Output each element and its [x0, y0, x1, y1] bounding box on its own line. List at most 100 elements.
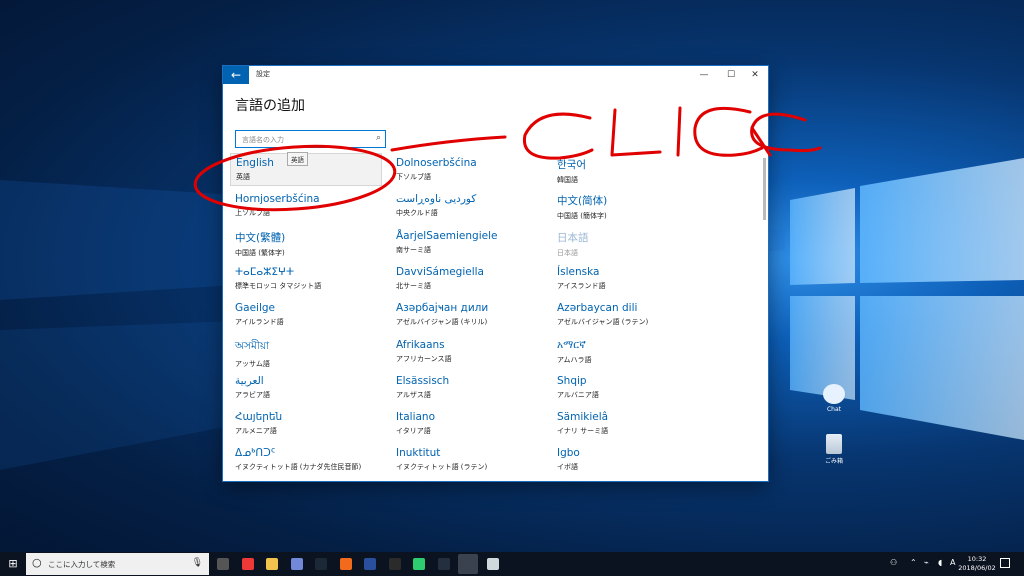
language-item[interactable]: Հայերեն アルメニア語 — [235, 411, 385, 445]
taskbar: ⊞ ○ ここに入力して検索 🎙 ⚇ ⌃ ⌁ ◖ A 10:32 2018/06/… — [0, 552, 1024, 576]
language-name: Afrikaans — [396, 338, 445, 351]
language-item[interactable]: ⵜⴰⵎⴰⵣⵉⵖⵜ 標準モロッコ タマジット語 — [235, 266, 385, 300]
taskbar-app-settings[interactable] — [458, 554, 478, 574]
language-name: ᐃᓄᒃᑎᑐᑦ — [235, 447, 276, 460]
language-item[interactable]: Italiano イタリア語 — [396, 411, 546, 445]
language-native-name: 韓国語 — [557, 176, 578, 184]
clock[interactable]: 10:32 2018/06/02 — [958, 555, 996, 573]
language-native-name: アイスランド語 — [557, 281, 606, 290]
chevron-up-icon[interactable]: ⌃ — [910, 558, 917, 567]
people-icon[interactable]: ⚇ — [890, 558, 897, 567]
language-item[interactable]: অসমীয়া アッサム語 — [235, 339, 385, 373]
app-blue-icon — [364, 558, 376, 570]
clock-date: 2018/06/02 — [958, 564, 996, 572]
language-name: Íslenska — [557, 265, 600, 278]
language-native-name: イタリア語 — [396, 427, 431, 436]
language-name: English — [236, 157, 274, 169]
language-item[interactable]: Inuktitut イヌクティトット語 (ラテン) — [396, 447, 546, 481]
language-name: Азәрбајҹан дили — [396, 302, 489, 315]
language-item[interactable]: 中文(简体) 中国語 (簡体字) — [557, 193, 707, 227]
language-item[interactable]: ᐃᓄᒃᑎᑐᑦ イヌクティトット語 (カナダ先住民音節) — [235, 447, 385, 481]
language-item[interactable]: English 英語 英語 — [230, 152, 382, 186]
desktop-icon-chat[interactable]: Chat — [814, 384, 854, 413]
file-explorer-icon — [266, 558, 278, 570]
language-item[interactable]: Elsässisch アルザス語 — [396, 375, 546, 409]
language-item[interactable]: 한국어 韓国語 — [557, 157, 707, 191]
start-button[interactable]: ⊞ — [0, 552, 26, 576]
language-name: Gaeilge — [235, 302, 275, 315]
taskbar-app-app-blue[interactable] — [360, 554, 380, 574]
language-item[interactable]: ÅarjelSaemiengiele 南サーミ語 — [396, 230, 546, 264]
window-title: 設定 — [256, 70, 270, 78]
language-item[interactable]: Azərbaycan dili アゼルバイジャン語 (ラテン) — [557, 302, 707, 336]
language-item[interactable]: Shqip アルバニア語 — [557, 375, 707, 409]
taskbar-app-app-globe[interactable] — [483, 554, 503, 574]
language-item[interactable]: DavviSámegiella 北サーミ語 — [396, 266, 546, 300]
language-name: Shqip — [557, 374, 587, 387]
taskbar-search-box[interactable]: ○ ここに入力して検索 🎙 — [26, 553, 209, 575]
taskbar-app-app-green[interactable] — [409, 554, 429, 574]
back-button[interactable]: ← — [223, 66, 249, 84]
language-item[interactable]: 中文(繁體) 中国語 (繁体字) — [235, 230, 385, 264]
language-item[interactable]: Igbo イボ語 — [557, 447, 707, 481]
language-item[interactable]: العربية アラビア語 — [235, 375, 385, 409]
taskbar-app-file-explorer[interactable] — [262, 554, 282, 574]
language-item[interactable]: Íslenska アイスランド語 — [557, 266, 707, 300]
language-native-name: アルメニア語 — [235, 427, 277, 436]
language-name: অসমীয়া — [235, 339, 270, 352]
settings-window: ← 設定 — ☐ ✕ 言語の追加 言語名の入力 ⌕ English 英語 英語 Hor… — [223, 66, 768, 481]
close-button[interactable]: ✕ — [743, 67, 767, 83]
language-item[interactable]: Hornjoserbšćina 上ソルブ語 — [235, 193, 385, 227]
page-title: 言語の追加 — [235, 98, 305, 114]
taskbar-app-vivaldi[interactable] — [238, 554, 258, 574]
minimize-button[interactable]: — — [692, 67, 716, 83]
taskbar-app-amazon[interactable] — [434, 554, 454, 574]
app-orange-icon — [339, 558, 352, 570]
vivaldi-icon — [241, 558, 254, 570]
network-icon[interactable]: ⌁ — [924, 558, 929, 567]
language-name: 中文(简体) — [557, 195, 608, 208]
language-search-input[interactable]: 言語名の入力 ⌕ — [235, 130, 386, 148]
title-bar: ← 設定 — ☐ ✕ — [223, 66, 768, 84]
app-green-icon — [413, 558, 425, 570]
clock-time: 10:32 — [967, 555, 987, 563]
language-name: Hornjoserbšćina — [235, 193, 320, 206]
language-name: Inuktitut — [396, 447, 441, 460]
scrollbar[interactable] — [763, 158, 766, 220]
language-item[interactable]: Sämikielâ イナリ サーミ語 — [557, 411, 707, 445]
taskbar-app-steam[interactable] — [311, 554, 331, 574]
maximize-button[interactable]: ☐ — [719, 67, 743, 83]
ime-icon[interactable]: A — [950, 558, 955, 567]
taskbar-app-app-orange[interactable] — [336, 554, 356, 574]
language-name: Sämikielâ — [557, 411, 609, 424]
language-item[interactable]: አማርኛ アムハラ語 — [557, 339, 707, 373]
taskbar-app-task-view[interactable] — [213, 554, 233, 574]
language-native-name: 中国語 (簡体字) — [557, 212, 607, 221]
language-item[interactable]: کوردیی ناوەڕاست 中央クルド語 — [396, 193, 546, 227]
search-icon: ⌕ — [375, 133, 381, 143]
language-item: 日本語 日本語 — [557, 230, 707, 264]
language-native-name: 日本語 — [557, 248, 578, 257]
steam-icon — [315, 558, 327, 570]
language-item[interactable]: Dolnoserbšćina 下ソルブ語 — [396, 157, 546, 191]
language-native-name: アゼルバイジャン語 (キリル) — [396, 318, 488, 327]
desktop-icon-recycle-bin[interactable]: ごみ箱 — [814, 434, 854, 465]
taskbar-app-epic-games[interactable] — [385, 554, 405, 574]
language-native-name: 中国語 (繁体字) — [235, 248, 285, 257]
notification-icon[interactable] — [1000, 558, 1010, 568]
language-item[interactable]: Азәрбајҹан дили アゼルバイジャン語 (キリル) — [396, 302, 546, 336]
language-native-name: アラビア語 — [235, 390, 270, 399]
settings-icon — [462, 558, 474, 570]
language-native-name: 英語 — [236, 173, 250, 181]
task-view-icon — [217, 558, 229, 570]
taskbar-app-discord[interactable] — [287, 554, 307, 574]
desktop-icon-label: Chat — [826, 406, 842, 413]
language-native-name: イヌクティトット語 (カナダ先住民音節) — [235, 463, 362, 472]
language-native-name: 上ソルブ語 — [235, 209, 270, 218]
volume-icon[interactable]: ◖ — [938, 558, 942, 567]
chat-bubble-icon — [823, 384, 845, 404]
language-item[interactable]: Afrikaans アフリカーンス語 — [396, 339, 546, 373]
language-native-name: 下ソルブ語 — [396, 173, 431, 181]
language-item[interactable]: Gaeilge アイルランド語 — [235, 302, 385, 336]
language-name: 日本語 — [557, 231, 589, 244]
